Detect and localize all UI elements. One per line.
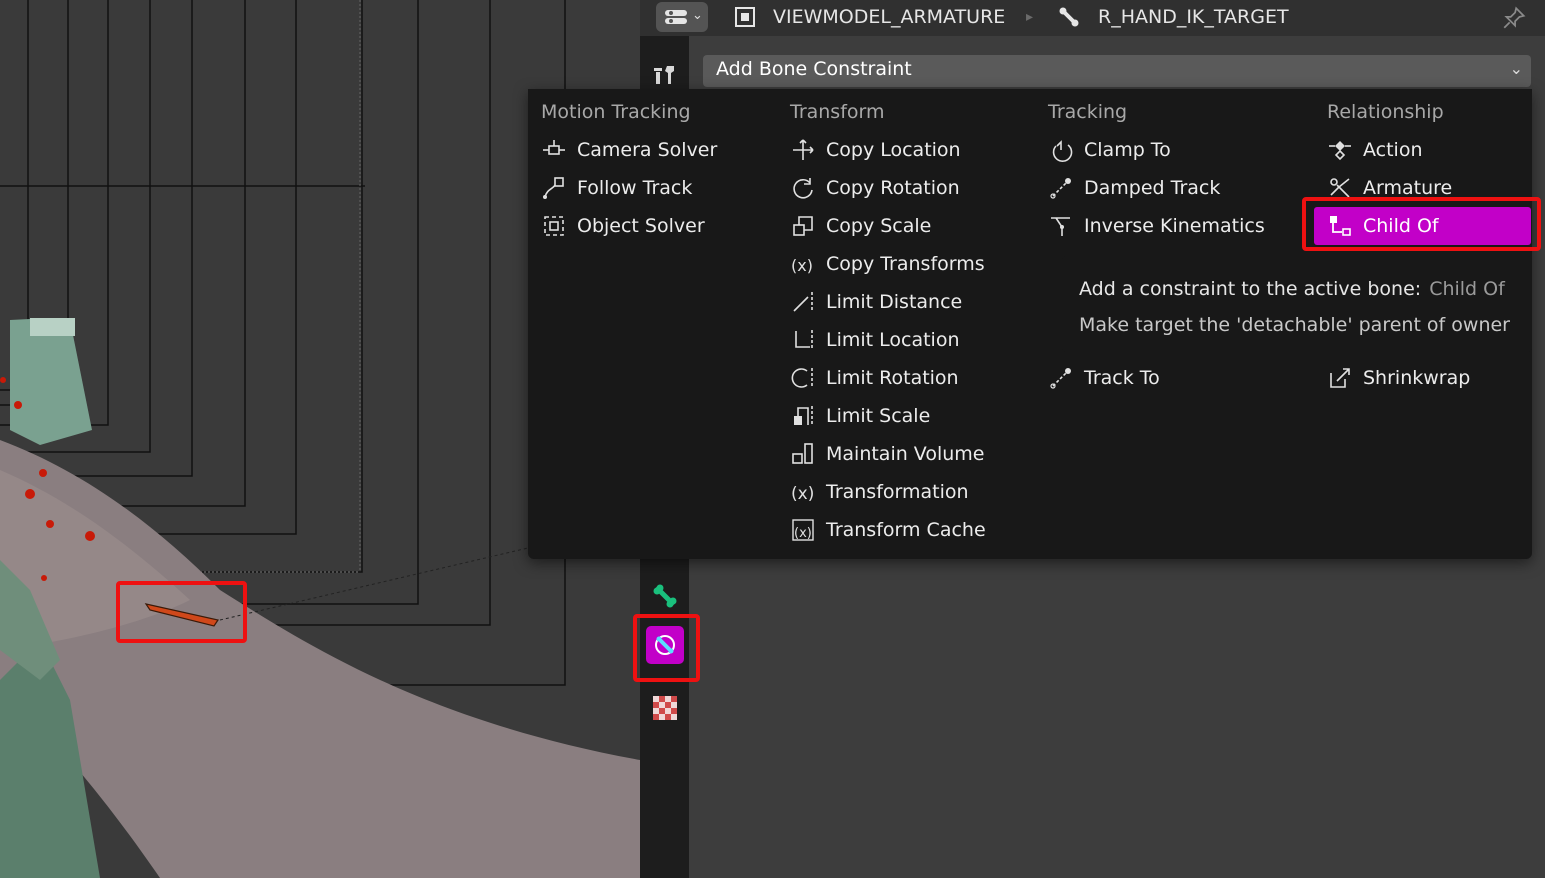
bone-icon: [1059, 7, 1079, 27]
menu-item-transformation[interactable]: (x) Transformation: [789, 473, 1029, 511]
svg-text:(x): (x): [791, 484, 814, 504]
svg-text:(x): (x): [791, 256, 813, 275]
menu-item-label: Shrinkwrap: [1363, 367, 1471, 389]
menu-item-label: Copy Scale: [826, 215, 932, 237]
menu-item-label: Child Of: [1363, 215, 1439, 237]
bone-constraint-icon: [655, 635, 675, 655]
menu-item-limit-rotation[interactable]: Limit Rotation: [789, 359, 1029, 397]
menu-item-copy-scale[interactable]: Copy Scale: [789, 207, 1029, 245]
menu-item-label: Copy Rotation: [826, 177, 960, 199]
maintain-volume-icon: [792, 443, 813, 464]
breadcrumb-separator-icon: ▸: [1026, 9, 1034, 25]
tab-bone[interactable]: [646, 577, 684, 615]
pin-icon[interactable]: [1501, 5, 1527, 31]
menu-item-label: Limit Location: [826, 329, 960, 351]
menu-item-label: Camera Solver: [577, 139, 718, 161]
menu-item-child-of[interactable]: Child Of: [1314, 207, 1531, 245]
tooltip-title: Add a constraint to the active bone: Chil…: [1079, 278, 1505, 300]
menu-item-action[interactable]: Action: [1326, 131, 1526, 169]
menu-item-label: Follow Track: [577, 177, 693, 199]
transform-cache-icon: (x): [792, 519, 814, 541]
copy-rotation-icon: [793, 178, 813, 199]
menu-item-label: Damped Track: [1084, 177, 1221, 199]
limit-location-icon: [795, 330, 813, 350]
menu-item-label: Maintain Volume: [826, 443, 985, 465]
menu-item-label: Limit Distance: [826, 291, 963, 313]
breadcrumb-bone[interactable]: R_HAND_IK_TARGET: [1098, 6, 1289, 28]
blender-window: ⌄ VIEWMODEL_ARMATURE ▸ R_HAND_IK_TARGET: [0, 0, 1545, 878]
tool-icon: [654, 66, 674, 84]
damped-track-icon: [1050, 178, 1071, 199]
menu-item-damped-track[interactable]: Damped Track: [1047, 169, 1307, 207]
breadcrumb-armature[interactable]: VIEWMODEL_ARMATURE: [773, 6, 1005, 28]
menu-item-track-to[interactable]: Track To: [1047, 359, 1307, 397]
limit-scale-icon: [794, 406, 813, 426]
armature-object-icon: [735, 7, 755, 27]
chevron-down-icon: ⌄: [1509, 59, 1523, 78]
properties-header: ⌄ VIEWMODEL_ARMATURE ▸ R_HAND_IK_TARGET: [640, 0, 1545, 36]
menu-item-label: Transformation: [826, 481, 969, 503]
menu-item-shrinkwrap[interactable]: Shrinkwrap: [1326, 359, 1526, 397]
menu-item-camera-solver[interactable]: Camera Solver: [540, 131, 770, 169]
checker-texture-icon: [653, 696, 677, 720]
object-solver-icon: [544, 216, 564, 236]
menu-item-label: Inverse Kinematics: [1084, 215, 1265, 237]
menu-item-follow-track[interactable]: Follow Track: [540, 169, 770, 207]
menu-column-title-motion-tracking: Motion Tracking: [541, 101, 691, 123]
track-to-icon: [1050, 368, 1071, 389]
menu-item-label: Transform Cache: [826, 519, 986, 541]
limit-rotation-icon: [791, 368, 813, 388]
editor-type-button[interactable]: ⌄: [656, 2, 708, 32]
menu-item-label: Copy Location: [826, 139, 961, 161]
menu-item-label: Limit Scale: [826, 405, 931, 427]
transformation-icon: (x): [791, 484, 814, 504]
tab-texture[interactable]: [646, 689, 684, 727]
clamp-to-icon: [1052, 140, 1073, 162]
properties-editor-icon: [665, 10, 687, 24]
copy-scale-icon: [793, 216, 813, 236]
menu-item-label: Copy Transforms: [826, 253, 985, 275]
add-bone-constraint-label: Add Bone Constraint: [716, 58, 912, 80]
menu-item-object-solver[interactable]: Object Solver: [540, 207, 770, 245]
menu-item-label: Limit Rotation: [826, 367, 959, 389]
menu-item-label: Clamp To: [1084, 139, 1171, 161]
limit-distance-icon: [793, 292, 813, 312]
menu-item-transform-cache[interactable]: (x) Transform Cache: [789, 511, 1029, 549]
menu-item-maintain-volume[interactable]: Maintain Volume: [789, 435, 1029, 473]
child-of-icon: [1330, 216, 1351, 236]
menu-item-copy-location[interactable]: Copy Location: [789, 131, 1029, 169]
child-of-tooltip: Add a constraint to the active bone: Chil…: [1062, 256, 1532, 352]
menu-item-limit-scale[interactable]: Limit Scale: [789, 397, 1029, 435]
copy-location-icon: [793, 139, 814, 160]
menu-column-title-transform: Transform: [790, 101, 885, 123]
add-bone-constraint-button[interactable]: Add Bone Constraint ⌄: [703, 55, 1531, 87]
copy-transforms-icon: (x): [791, 256, 813, 275]
menu-item-copy-transforms[interactable]: (x) Copy Transforms: [789, 245, 1029, 283]
menu-item-label: Action: [1363, 139, 1423, 161]
menu-column-title-tracking: Tracking: [1048, 101, 1128, 123]
svg-text:(x): (x): [794, 526, 812, 541]
menu-item-copy-rotation[interactable]: Copy Rotation: [789, 169, 1029, 207]
menu-item-clamp-to[interactable]: Clamp To: [1047, 131, 1307, 169]
menu-item-label: Armature: [1363, 177, 1453, 199]
camera-solver-icon: [543, 140, 565, 155]
menu-item-limit-distance[interactable]: Limit Distance: [789, 283, 1029, 321]
menu-item-label: Track To: [1084, 367, 1160, 389]
menu-column-title-relationship: Relationship: [1327, 101, 1444, 123]
bone-icon: [653, 584, 677, 608]
follow-track-icon: [543, 177, 564, 199]
menu-item-inverse-kinematics[interactable]: Inverse Kinematics: [1047, 207, 1307, 245]
tooltip-description: Make target the 'detachable' parent of o…: [1079, 314, 1510, 336]
menu-item-armature[interactable]: Armature: [1326, 169, 1526, 207]
action-icon: [1329, 141, 1351, 161]
tab-bone-constraints[interactable]: [646, 626, 684, 664]
tooltip-title-text: Add a constraint to the active bone:: [1079, 278, 1422, 300]
armature-icon: [1330, 178, 1350, 198]
chevron-down-icon: ⌄: [692, 8, 703, 23]
menu-item-limit-location[interactable]: Limit Location: [789, 321, 1029, 359]
shrinkwrap-icon: [1330, 368, 1350, 388]
inverse-kinematics-icon: [1051, 217, 1070, 236]
menu-item-label: Object Solver: [577, 215, 705, 237]
tooltip-constraint-name: Child Of: [1429, 278, 1505, 300]
